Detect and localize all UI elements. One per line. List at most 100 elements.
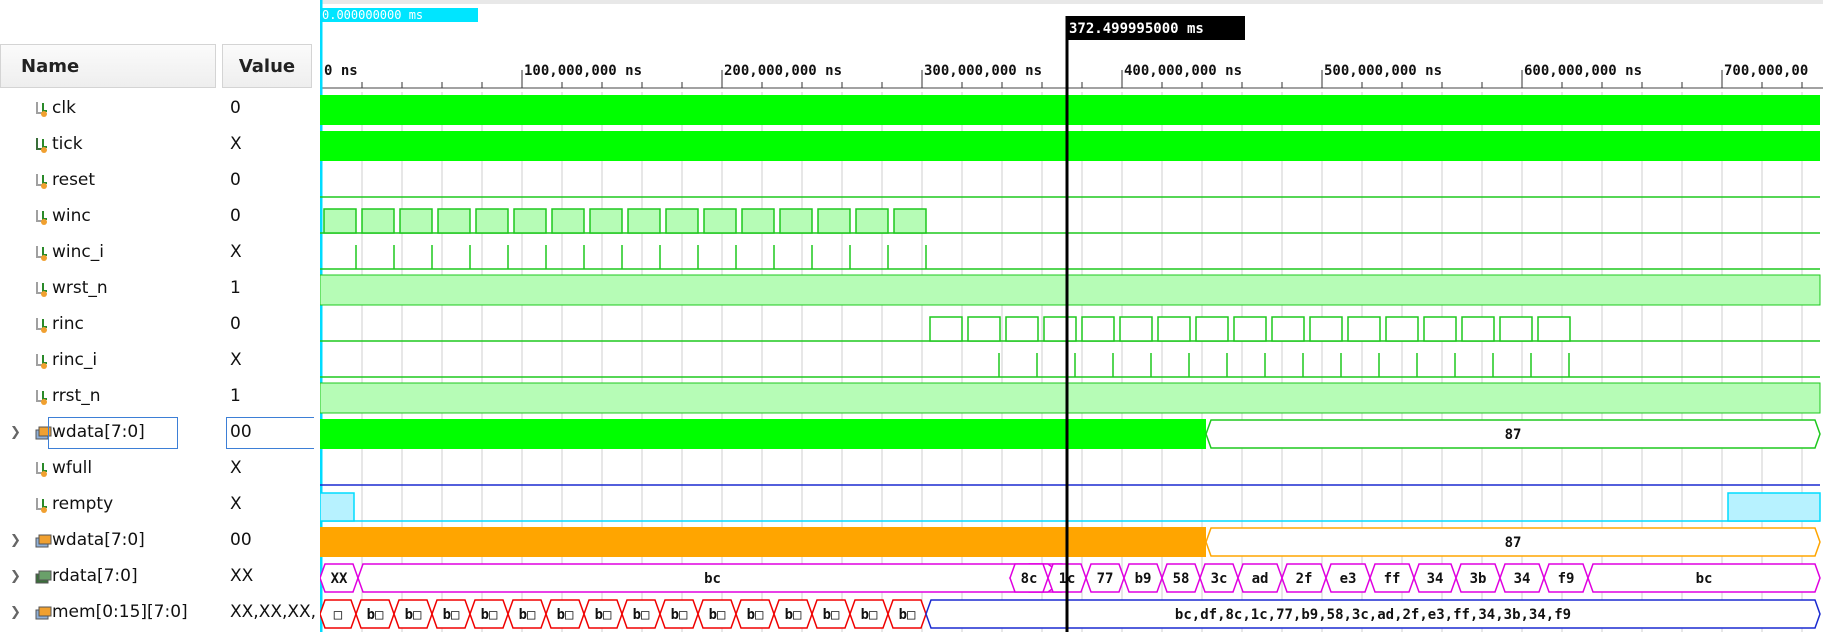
ruler-tick-label: 600,000,000 ns (1524, 63, 1642, 79)
mem-segment-label: b□ (861, 607, 878, 623)
rinc-pulse (929, 316, 963, 342)
signal-row[interactable]: tick X (0, 128, 320, 164)
rinc-pulse (1005, 316, 1039, 342)
ruler-tick-label: 0 ns (324, 63, 358, 79)
signal-row[interactable]: ❯ mem[0:15][7:0] XX,XX,XX,XX (0, 596, 320, 632)
rdata-segment-label: 34 (1514, 571, 1531, 587)
value-column-label: Value (238, 55, 296, 77)
signal-row[interactable]: wfull X (0, 452, 320, 488)
expand-chevron-icon[interactable]: ❯ (10, 605, 21, 620)
mem-segment-label: b□ (367, 607, 384, 623)
winc-pulse (741, 208, 775, 234)
value-column-header[interactable]: Value (222, 44, 312, 88)
ruler-tick-label: 100,000,000 ns (524, 63, 642, 79)
rdata-segment-label: 3b (1470, 571, 1487, 587)
mem-segment-label: b□ (899, 607, 916, 623)
winc-pulse (475, 208, 509, 234)
expand-chevron-icon[interactable]: ❯ (10, 569, 21, 584)
signal-value: X (230, 134, 242, 154)
signal-value: 0 (230, 314, 241, 334)
mem-segment-label: b□ (785, 607, 802, 623)
rdata-segment-label: 2f (1296, 571, 1313, 587)
winc-pulse (627, 208, 661, 234)
waveform-viewer: Name Value clk 0 tick Xreset 0 winc 0 winc_i Xwr… (0, 0, 1823, 632)
signal-row[interactable]: ❯ wdata[7:0] 00 (0, 416, 320, 452)
mem-segment-label: b□ (595, 607, 612, 623)
signal-row[interactable]: ❯ rdata[7:0] XX (0, 560, 320, 596)
mem-segment-label: b□ (709, 607, 726, 623)
waveform-canvas[interactable]: 0.000000000 ms 372.499995000 ms 0 ns 100,00… (320, 0, 1823, 632)
logic-signal-icon (34, 280, 50, 298)
rinc-pulse (1537, 316, 1571, 342)
wdata-orange-active (320, 527, 1206, 557)
expand-chevron-icon[interactable]: ❯ (10, 425, 21, 440)
signal-name: rinc (52, 314, 84, 334)
rinc-pulse (1423, 316, 1457, 342)
signal-row[interactable]: ❯ wdata[7:0] 00 (0, 524, 320, 560)
rinc-pulse (1385, 316, 1419, 342)
signal-value: X (230, 350, 242, 370)
signal-row[interactable]: rempty X (0, 488, 320, 524)
cursor-time-label: 372.499995000 ms (1069, 21, 1204, 37)
signal-name: rempty (52, 494, 114, 514)
signal-value: 0 (230, 206, 241, 226)
ruler-tick-label: 200,000,000 ns (724, 63, 842, 79)
signal-row[interactable]: winc 0 (0, 200, 320, 236)
wdata-active-region (320, 419, 1206, 449)
ruler-tick-label: 400,000,000 ns (1124, 63, 1242, 79)
signal-name: rrst_n (52, 386, 101, 406)
signal-value: XX,XX,XX,XX (230, 602, 316, 622)
winc-pulse (893, 208, 927, 234)
mem-segment-label: b□ (747, 607, 764, 623)
rdata-segment-label: e3 (1340, 571, 1357, 587)
signal-row[interactable]: clk 0 (0, 92, 320, 128)
signal-row[interactable]: rrst_n 1 (0, 380, 320, 416)
signal-name: winc_i (52, 242, 104, 262)
rinc-pulse (1271, 316, 1305, 342)
bus-signal-icon (34, 532, 52, 550)
logic-signal-icon (34, 172, 50, 190)
rdata-segment-label: ff (1384, 571, 1401, 587)
rdata-segment-label: f9 (1558, 571, 1575, 587)
rinc-pulse (967, 316, 1001, 342)
signal-value: X (230, 494, 242, 514)
signal-name: wdata[7:0] (52, 530, 145, 550)
signal-name: rdata[7:0] (52, 566, 138, 586)
signal-value: 0 (230, 98, 241, 118)
signal-row[interactable]: reset 0 (0, 164, 320, 200)
signal-row[interactable]: rinc 0 (0, 308, 320, 344)
rinc-pulse (1233, 316, 1267, 342)
expand-chevron-icon[interactable]: ❯ (10, 533, 21, 548)
logic-signal-icon (34, 460, 50, 478)
rdata-segment-label: 34 (1427, 571, 1444, 587)
mem-segment-label: bc,df,8c,1c,77,b9,58,3c,ad,2f,e3,ff,34,3… (1175, 607, 1571, 623)
signal-value: 00 (230, 530, 252, 550)
logic-signal-icon (34, 496, 50, 514)
signal-row[interactable]: winc_i X (0, 236, 320, 272)
mem-segment-label: b□ (557, 607, 574, 623)
name-column-header[interactable]: Name (0, 44, 216, 88)
winc-pulse (437, 208, 471, 234)
mem-segment-label: b□ (481, 607, 498, 623)
rdata-segment-label: XX (331, 571, 348, 587)
rdata-segment-label: 8c (1021, 571, 1038, 587)
signal-row[interactable]: wrst_n 1 (0, 272, 320, 308)
rinc-pulse (1499, 316, 1533, 342)
rinc-pulse (1347, 316, 1381, 342)
winc-pulse (589, 208, 623, 234)
rdata-segment-label: bc (1696, 571, 1713, 587)
mem-segment-label: b□ (823, 607, 840, 623)
winc-pulse (399, 208, 433, 234)
logic-signal-dark-icon (34, 136, 50, 154)
signal-name: reset (52, 170, 96, 190)
winc-pulse (551, 208, 585, 234)
bus-signal-icon (34, 604, 52, 622)
signal-value: 00 (230, 422, 252, 442)
wrst-n-wave (320, 274, 1821, 306)
rempty-x-region (320, 492, 355, 522)
winc-pulse (513, 208, 547, 234)
mem-segment-label: b□ (671, 607, 688, 623)
signal-name: wdata[7:0] (52, 422, 145, 442)
signal-row[interactable]: rinc_i X (0, 344, 320, 380)
logic-signal-icon (34, 388, 50, 406)
